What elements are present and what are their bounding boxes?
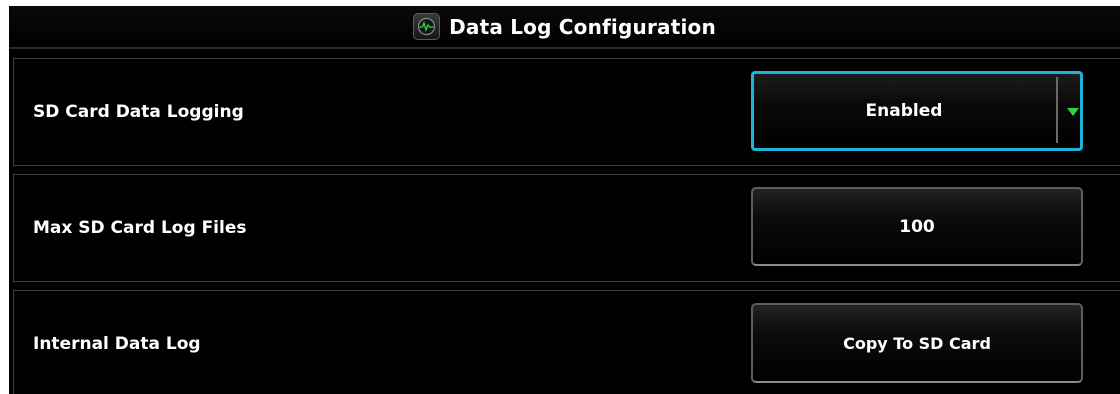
max-sd-card-log-files-row: Max SD Card Log Files 100 [13, 174, 1120, 282]
copy-to-sd-card-button[interactable]: Copy To SD Card [751, 303, 1083, 383]
sd-card-data-logging-row: SD Card Data Logging Enabled [13, 58, 1120, 166]
title-bar: Data Log Configuration [9, 6, 1120, 49]
sd-card-data-logging-select[interactable]: Enabled [751, 71, 1083, 151]
internal-data-log-row: Internal Data Log Copy To SD Card [13, 290, 1120, 394]
sd-card-data-logging-value: Enabled [865, 101, 943, 121]
max-sd-card-log-files-button[interactable]: 100 [751, 187, 1083, 266]
page-title: Data Log Configuration [449, 14, 716, 39]
sd-card-data-logging-label: SD Card Data Logging [33, 102, 244, 122]
max-sd-card-log-files-label: Max SD Card Log Files [33, 218, 247, 238]
data-log-configuration-screen: Data Log Configuration SD Card Data Logg… [9, 6, 1120, 394]
select-divider [1056, 77, 1058, 143]
data-log-gauge-icon [413, 13, 441, 40]
dropdown-arrow-icon[interactable] [1067, 108, 1079, 116]
internal-data-log-label: Internal Data Log [33, 334, 201, 354]
